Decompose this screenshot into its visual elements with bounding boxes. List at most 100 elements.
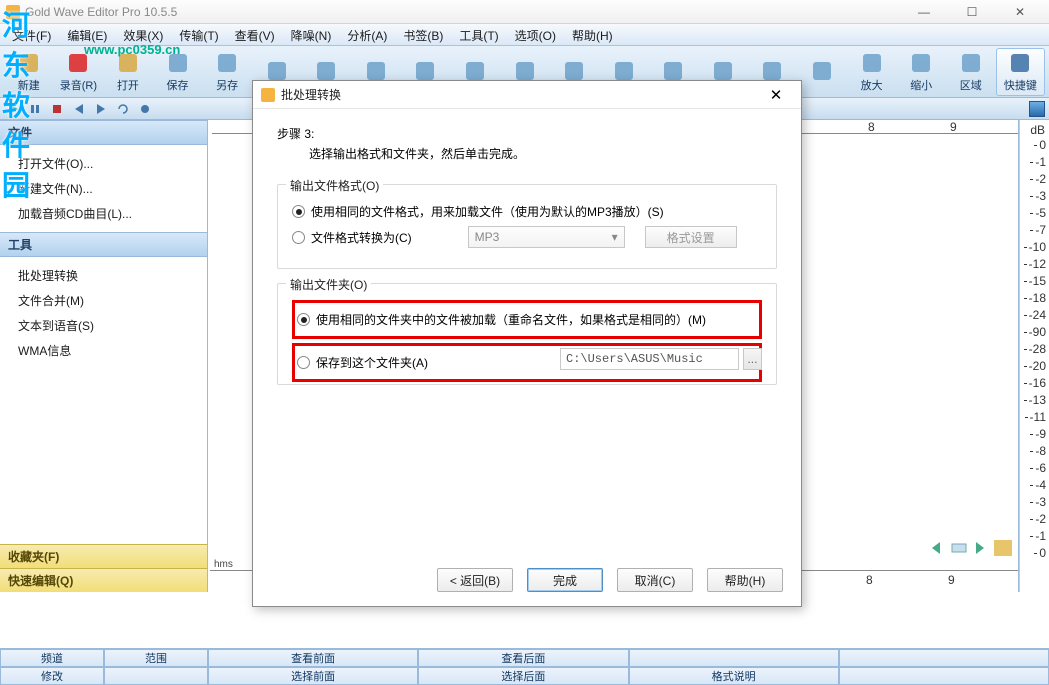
stop-icon[interactable] — [48, 100, 66, 118]
hotkey-icon — [1008, 51, 1032, 75]
marker-icon[interactable] — [136, 100, 154, 118]
radio-save-to-folder[interactable] — [297, 356, 310, 369]
menu-5[interactable]: 降噪(N) — [283, 24, 340, 45]
menu-2[interactable]: 效果(X) — [115, 24, 171, 45]
help-button[interactable]: 帮助(H) — [707, 568, 783, 592]
toolbar-save[interactable]: 保存 — [153, 48, 203, 96]
toolbar-handle-icon[interactable] — [1029, 101, 1045, 117]
sidebar-tool-item-1[interactable]: 文件合并(M) — [0, 288, 207, 313]
toolbar-zoomout[interactable]: 缩小 — [896, 48, 946, 96]
ruler-tick: 9 — [948, 573, 955, 587]
menu-bar: 文件(F)编辑(E)效果(X)传输(T)查看(V)降噪(N)分析(A)书签(B)… — [0, 24, 1049, 46]
mixD-icon — [760, 59, 784, 83]
db-tick: -10 — [1024, 240, 1046, 254]
format-combo[interactable]: MP3 — [468, 226, 625, 248]
sidebar-file-item-1[interactable]: 新建文件(N)... — [0, 176, 207, 201]
menu-0[interactable]: 文件(F) — [4, 24, 59, 45]
status-cell-0-3: 查看后面 — [418, 649, 628, 667]
status-cell-1-5 — [839, 667, 1049, 685]
db-scale: dB 0-1-2-3-5-7-10-12-15-18-24-90-28-20-1… — [1019, 120, 1049, 592]
radio-convert-format[interactable] — [292, 231, 305, 244]
mini-controls — [928, 540, 1012, 556]
db-tick: -16 — [1024, 376, 1046, 390]
maximize-button[interactable]: ☐ — [949, 0, 995, 24]
output-folder-legend: 输出文件夹(O) — [286, 276, 371, 293]
menu-3[interactable]: 传输(T) — [171, 24, 226, 45]
menu-4[interactable]: 查看(V) — [227, 24, 283, 45]
toolbar-saveas[interactable]: 另存 — [202, 48, 252, 96]
grip-icon[interactable] — [994, 540, 1012, 556]
toolbar-zoomin[interactable]: 放大 — [847, 48, 897, 96]
sidebar-tool-item-2[interactable]: 文本到语音(S) — [0, 313, 207, 338]
loop-icon[interactable] — [114, 100, 132, 118]
batch-convert-dialog: 批处理转换 ✕ 步骤 3: 选择输出格式和文件夹，然后单击完成。 输出文件格式(… — [252, 80, 802, 607]
sidebar-tool-item-0[interactable]: 批处理转换 — [0, 263, 207, 288]
open-icon — [116, 51, 140, 75]
app-icon — [6, 5, 20, 19]
radio-convert-format-label: 文件格式转换为(C) — [311, 229, 412, 246]
ruler-tick: 8 — [868, 120, 875, 134]
zoomin-label: 放大 — [861, 77, 883, 93]
sidebar-tool-item-3[interactable]: WMA信息 — [0, 338, 207, 363]
toolbar-hotkey[interactable]: 快捷键 — [996, 48, 1046, 96]
toolbar-new[interactable]: 新建 — [4, 48, 54, 96]
dialog-icon — [261, 88, 275, 102]
db-tick: -6 — [1030, 461, 1046, 475]
folder-path-input[interactable] — [560, 348, 739, 370]
toolbar-zoom[interactable] — [797, 48, 847, 96]
db-tick: -3 — [1030, 189, 1046, 203]
db-tick: -8 — [1030, 444, 1046, 458]
mixB-icon — [661, 59, 685, 83]
finish-button[interactable]: 完成 — [527, 568, 603, 592]
toolbar-region[interactable]: 区域 — [946, 48, 996, 96]
pause-icon[interactable] — [26, 100, 44, 118]
output-format-legend: 输出文件格式(O) — [286, 177, 383, 194]
scroll-left-icon[interactable] — [928, 540, 946, 556]
rewind-icon[interactable] — [70, 100, 88, 118]
db-tick: -4 — [1030, 478, 1046, 492]
sidebar-quick-edit[interactable]: 快速编辑(Q) — [0, 568, 207, 592]
db-tick: -5 — [1030, 206, 1046, 220]
forward-icon[interactable] — [92, 100, 110, 118]
zoomout-label: 缩小 — [910, 77, 932, 93]
menu-9[interactable]: 选项(O) — [507, 24, 564, 45]
scroll-right-icon[interactable] — [972, 540, 990, 556]
saveas-label: 另存 — [216, 77, 238, 93]
scroll-bar-icon[interactable] — [950, 540, 968, 556]
hotkey-label: 快捷键 — [1004, 77, 1037, 93]
cancel-button[interactable]: 取消(C) — [617, 568, 693, 592]
close-button[interactable]: ✕ — [997, 0, 1043, 24]
menu-7[interactable]: 书签(B) — [395, 24, 451, 45]
sidebar-favorites[interactable]: 收藏夹(F) — [0, 544, 207, 568]
region-label: 区域 — [960, 77, 982, 93]
minimize-button[interactable]: — — [901, 0, 947, 24]
back-button[interactable]: < 返回(B) — [437, 568, 513, 592]
format-settings-button[interactable]: 格式设置 — [645, 226, 737, 248]
menu-1[interactable]: 编辑(E) — [59, 24, 115, 45]
toolbar-record[interactable]: 录音(R) — [54, 48, 104, 96]
menu-10[interactable]: 帮助(H) — [564, 24, 621, 45]
copy-icon — [364, 59, 388, 83]
sidebar-file-item-2[interactable]: 加载音频CD曲目(L)... — [0, 201, 207, 226]
paste-icon — [513, 59, 537, 83]
dialog-close-button[interactable]: ✕ — [759, 83, 793, 107]
db-tick: -3 — [1030, 495, 1046, 509]
zoom-icon — [810, 59, 834, 83]
play-icon[interactable] — [4, 100, 22, 118]
toolbar-open[interactable]: 打开 — [103, 48, 153, 96]
step-description: 选择输出格式和文件夹，然后单击完成。 — [309, 145, 777, 162]
title-bar: Gold Wave Editor Pro 10.5.5 — ☐ ✕ — [0, 0, 1049, 24]
step-label: 步骤 3: — [277, 125, 777, 142]
output-folder-group: 输出文件夹(O) 使用相同的文件夹中的文件被加载（重命名文件，如果格式是相同的）… — [277, 283, 777, 385]
menu-6[interactable]: 分析(A) — [339, 24, 395, 45]
sidebar-file-item-0[interactable]: 打开文件(O)... — [0, 151, 207, 176]
status-cell-0-2: 查看前面 — [208, 649, 418, 667]
status-cell-0-5 — [839, 649, 1049, 667]
menu-8[interactable]: 工具(T) — [451, 24, 506, 45]
db-tick: -15 — [1024, 274, 1046, 288]
zoomout-icon — [909, 51, 933, 75]
radio-same-folder[interactable] — [297, 313, 310, 326]
browse-button[interactable]: ... — [743, 348, 762, 370]
radio-same-format[interactable] — [292, 205, 305, 218]
db-tick: -12 — [1024, 257, 1046, 271]
